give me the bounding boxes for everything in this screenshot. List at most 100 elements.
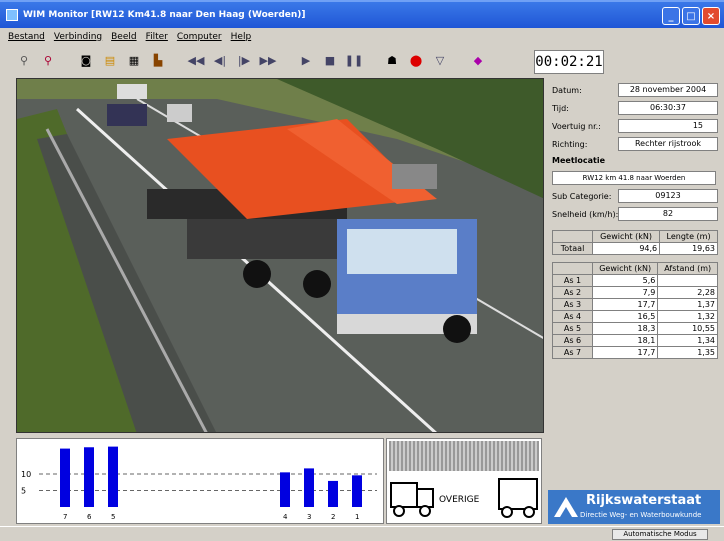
axle-bar (328, 480, 338, 507)
table-row: As 7 17,7 1,35 (552, 346, 718, 359)
play-icon[interactable]: ▶ (298, 52, 314, 68)
eraser-icon[interactable]: ◆ (470, 52, 486, 68)
snelheid-field: 82 (618, 207, 718, 221)
table-row: As 3 17,7 1,37 (552, 298, 718, 311)
table-row: As 1 5,6 (552, 274, 718, 287)
menu-filter[interactable]: Filter (146, 32, 168, 42)
axle-bar (60, 448, 70, 507)
totals-header-gewicht: Gewicht (kN) (591, 230, 661, 243)
axle-afstand: 1,34 (657, 334, 718, 347)
datum-label: Datum: (552, 85, 582, 95)
vehicle-data-panel: Datum: 28 november 2004 Tijd: 06:30:37 Voe… (548, 78, 720, 488)
toolbar: ⚲ ⚲ ◙ ▤ ▦ ▙ ◀◀ ◀| |▶ ▶▶ ▶ ■ ❚❚ ☗ ⬤ ▽ ◆ (0, 45, 540, 75)
axle-gewicht: 18,1 (591, 334, 659, 347)
brand-name: Rijkswaterstaat (586, 493, 702, 508)
axle-bar (304, 468, 314, 507)
connect-icon[interactable]: ⚲ (40, 52, 56, 68)
axle-gewicht: 16,5 (591, 310, 659, 323)
totals-table: Gewicht (kN) Lengte (m) Totaal 94,6 19,63 (552, 230, 718, 255)
table-row: As 5 18,3 10,55 (552, 322, 718, 335)
y-tick-label: 5 (21, 487, 26, 496)
axles-header-empty (552, 262, 593, 275)
axle-label: As 1 (552, 274, 593, 287)
filter-icon[interactable]: ▽ (432, 52, 448, 68)
subcat-field: 09123 (618, 189, 718, 203)
tijd-field: 06:30:37 (618, 101, 718, 115)
axle-gewicht: 5,6 (591, 274, 659, 287)
stop-icon[interactable]: ■ (322, 52, 338, 68)
axle-weight-svg: 10 5 7 6 5 4 3 2 1 (21, 446, 377, 521)
x-tick-label: 7 (63, 513, 67, 521)
totals-label: Totaal (552, 242, 593, 255)
elapsed-timer: 00:02:21 (534, 50, 604, 74)
stop-sign-icon[interactable]: ⬤ (408, 52, 424, 68)
menu-verbinding[interactable]: Verbinding (54, 32, 102, 42)
chart-icon[interactable]: ▙ (150, 52, 166, 68)
axle-afstand: 2,28 (657, 286, 718, 299)
disconnect-icon[interactable]: ⚲ (16, 52, 32, 68)
snelheid-label: Snelheid (km/h): (552, 209, 619, 219)
minimize-button[interactable]: _ (662, 7, 680, 25)
menu-help[interactable]: Help (231, 32, 252, 42)
table-row: Totaal 94,6 19,63 (552, 242, 718, 255)
rewind-icon[interactable]: ◀◀ (188, 52, 205, 68)
meetlocatie-label: Meetlocatie (552, 155, 606, 165)
axle-label: As 7 (552, 346, 593, 359)
status-bar: Automatische Modus (0, 526, 724, 541)
pause-icon[interactable]: ❚❚ (345, 52, 363, 68)
axle-afstand: 10,55 (657, 322, 718, 335)
x-tick-label: 5 (111, 513, 115, 521)
axle-label: As 6 (552, 334, 593, 347)
axle-label: As 3 (552, 298, 593, 311)
app-icon (6, 9, 18, 21)
totals-header-lengte: Lengte (m) (659, 230, 718, 243)
profile-strip (389, 441, 539, 471)
maximize-button[interactable]: □ (682, 7, 700, 25)
table-row: As 2 7,9 2,28 (552, 286, 718, 299)
camera-icon[interactable]: ◙ (78, 52, 94, 68)
document-icon[interactable]: ▤ (102, 52, 118, 68)
menu-bar: Bestand Verbinding Beeld Filter Computer… (0, 28, 724, 45)
x-tick-label: 4 (283, 513, 288, 521)
voertuig-label: Voertuig nr.: (552, 121, 601, 131)
menu-beeld[interactable]: Beeld (111, 32, 136, 42)
menu-bestand[interactable]: Bestand (8, 32, 45, 42)
axles-table: Gewicht (kN) Afstand (m) As 1 5,6 As 2 7,9 2… (552, 262, 718, 359)
network-icon[interactable]: ☗ (384, 52, 400, 68)
axles-header-afstand: Afstand (m) (657, 262, 718, 275)
datum-field: 28 november 2004 (618, 83, 718, 97)
vehicle-class-box: OVERIGE (386, 438, 542, 524)
window-title: WIM Monitor [RW12 Km41.8 naar Den Haag (… (23, 10, 306, 20)
window-titlebar: WIM Monitor [RW12 Km41.8 naar Den Haag (… (0, 0, 724, 28)
axle-afstand (657, 274, 718, 287)
step-forward-icon[interactable]: |▶ (236, 52, 252, 68)
axle-afstand: 1,37 (657, 298, 718, 311)
axle-gewicht: 17,7 (591, 298, 659, 311)
axle-afstand: 1,35 (657, 346, 718, 359)
axle-bar (108, 446, 118, 507)
table-row: As 4 16,5 1,32 (552, 310, 718, 323)
axle-bar (280, 472, 290, 507)
axle-afstand: 1,32 (657, 310, 718, 323)
close-button[interactable]: × (702, 7, 720, 25)
axle-bar (352, 475, 362, 507)
step-back-icon[interactable]: ◀| (212, 52, 228, 68)
axle-bar (84, 447, 94, 507)
voertuig-field[interactable]: 15 (618, 119, 718, 133)
totals-lengte: 19,63 (659, 242, 718, 255)
axle-label: As 5 (552, 322, 593, 335)
form-icon[interactable]: ▦ (126, 52, 142, 68)
axle-label: As 4 (552, 310, 593, 323)
x-tick-label: 1 (355, 513, 359, 521)
table-row: As 6 18,1 1,34 (552, 334, 718, 347)
truck-camera-image (17, 79, 543, 432)
axle-gewicht: 18,3 (591, 322, 659, 335)
menu-computer[interactable]: Computer (177, 32, 222, 42)
x-tick-label: 2 (331, 513, 335, 521)
tijd-label: Tijd: (552, 103, 569, 113)
x-tick-label: 6 (87, 513, 92, 521)
brand-sub: Directie Weg- en Waterbouwkunde (580, 511, 702, 519)
fast-forward-icon[interactable]: ▶▶ (260, 52, 277, 68)
mode-button[interactable]: Automatische Modus (612, 529, 708, 540)
y-tick-label: 10 (21, 470, 31, 479)
